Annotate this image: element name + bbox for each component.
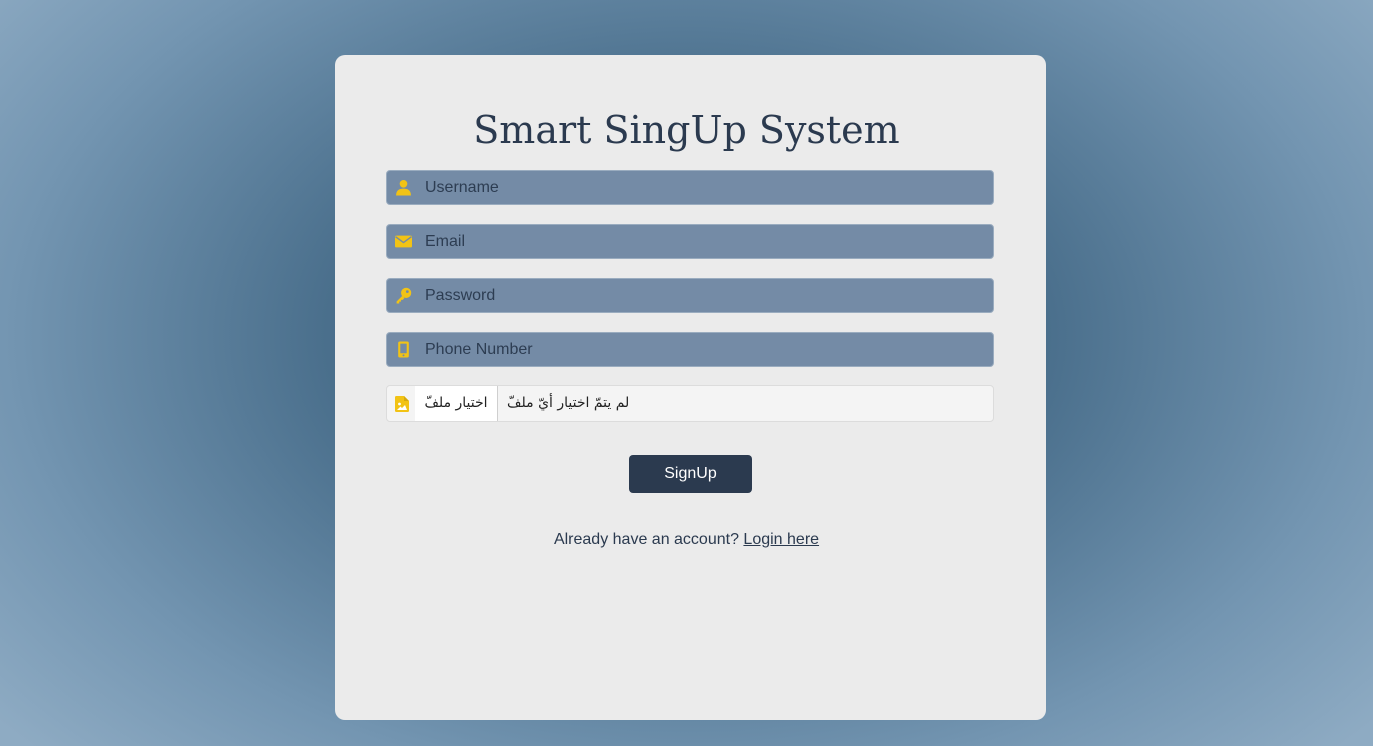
username-input[interactable]	[425, 171, 985, 204]
envelope-icon	[395, 235, 412, 248]
signup-button[interactable]: SignUp	[629, 455, 752, 493]
user-icon	[396, 179, 411, 196]
username-field[interactable]	[386, 170, 994, 205]
file-status-text: لم يتمّ اختيار أيّ ملفّ	[507, 395, 630, 411]
file-upload-field[interactable]: اختيار ملفّ لم يتمّ اختيار أيّ ملفّ	[386, 385, 994, 422]
email-field[interactable]	[386, 224, 994, 259]
login-prompt-text: Already have an account?	[553, 531, 739, 548]
page-title: Smart SingUp System	[473, 108, 900, 152]
image-file-icon	[395, 396, 409, 412]
login-link[interactable]: Login here	[743, 531, 819, 548]
password-input[interactable]	[425, 279, 985, 312]
key-icon	[396, 287, 412, 304]
password-field[interactable]	[386, 278, 994, 313]
email-input[interactable]	[425, 225, 985, 258]
login-prompt-row: Already have an account? Login here	[0, 530, 1373, 550]
mobile-icon	[398, 341, 409, 358]
phone-input[interactable]	[425, 333, 985, 366]
choose-file-button[interactable]: اختيار ملفّ	[415, 386, 498, 421]
phone-field[interactable]	[386, 332, 994, 367]
